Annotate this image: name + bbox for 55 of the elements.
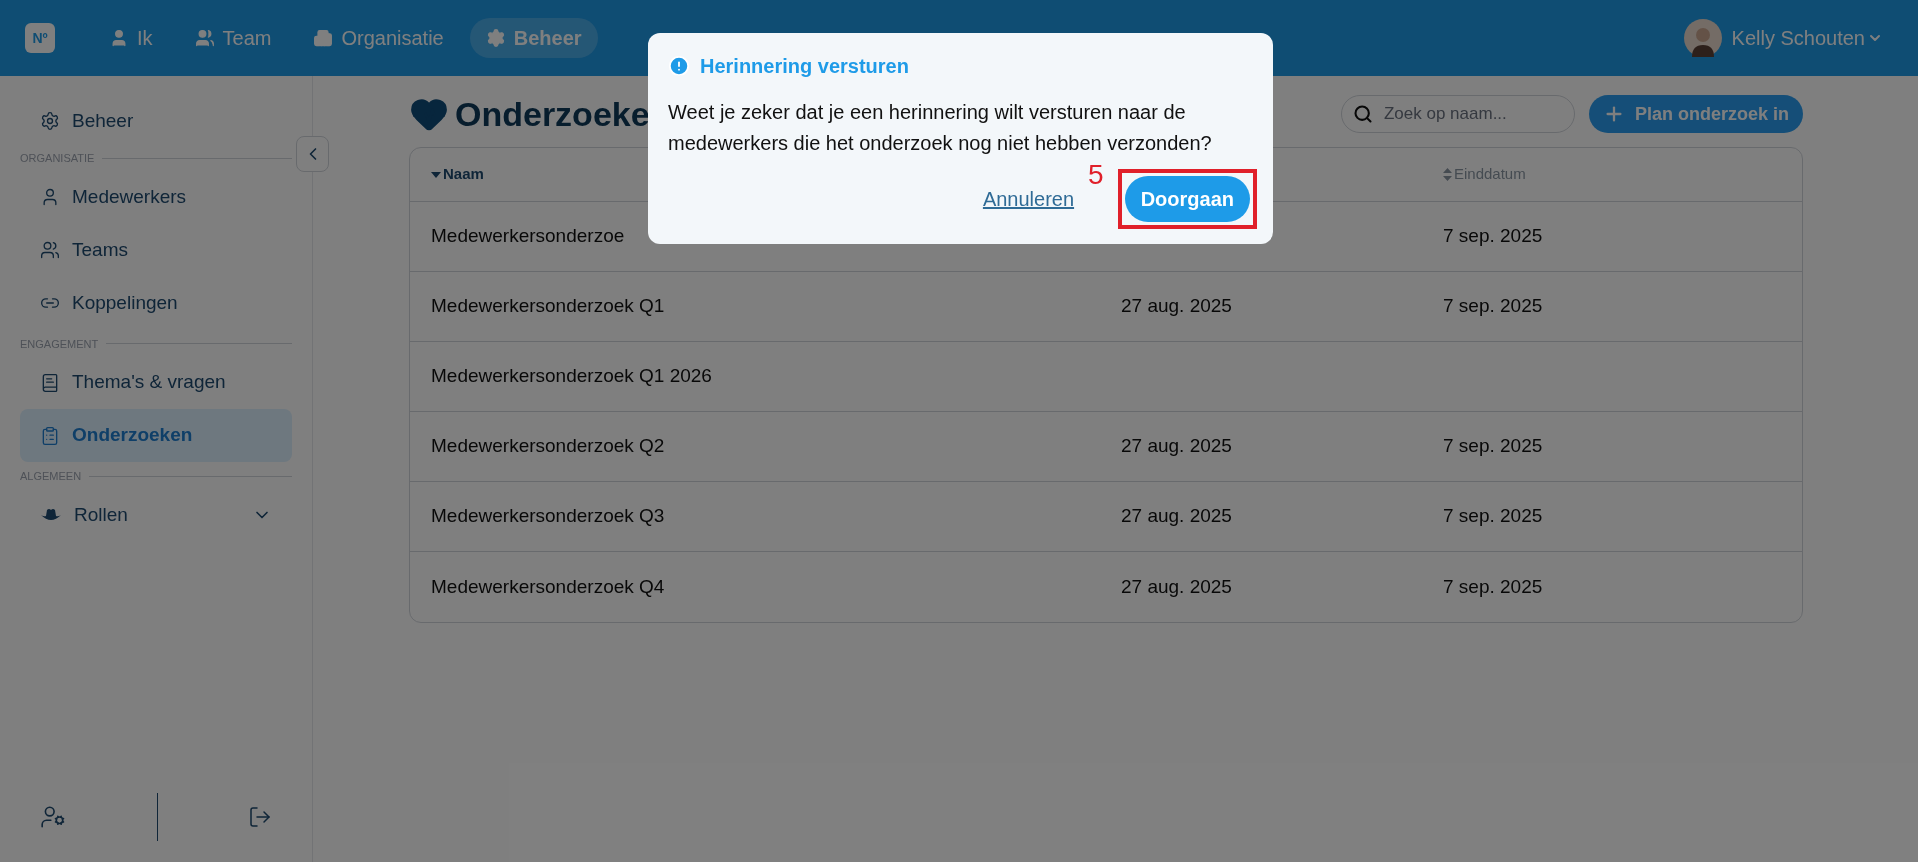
table-row[interactable]: Medewerkersonderzoek Q3 27 aug. 2025 7 sep. 2025 bbox=[410, 482, 1802, 552]
table-cell-text: Medewerkersonderzoek Q1 2026 bbox=[431, 364, 712, 389]
table-cell-text: 27 aug. 2025 bbox=[1121, 294, 1232, 319]
sidebar-item[interactable]: Teams bbox=[20, 223, 292, 277]
alert-icon bbox=[668, 55, 690, 77]
table-cell-text: Medewerkersonderzoek Q2 bbox=[431, 434, 665, 459]
table-cell-text: Medewerkersonderzoek Q4 bbox=[431, 574, 665, 599]
gear-icon bbox=[485, 28, 506, 48]
column-header[interactable]: Naam bbox=[431, 163, 484, 186]
nav-tab[interactable]: Team bbox=[178, 18, 288, 58]
table-cell-text: 27 aug. 2025 bbox=[1121, 504, 1232, 529]
avatar[interactable] bbox=[1683, 19, 1722, 57]
clipboard-icon bbox=[40, 425, 60, 446]
table-cell-text: 27 aug. 2025 bbox=[1121, 574, 1232, 599]
page-title: Onderzoeke bbox=[455, 93, 650, 135]
people-icon bbox=[194, 28, 215, 48]
table-cell-text: 7 sep. 2025 bbox=[1443, 504, 1543, 529]
nav-tab[interactable]: Ik bbox=[93, 18, 169, 58]
book-icon bbox=[40, 372, 60, 393]
table-cell-text: 7 sep. 2025 bbox=[1443, 224, 1543, 249]
table-cell-text: 7 sep. 2025 bbox=[1443, 574, 1543, 599]
logout-icon[interactable] bbox=[248, 805, 272, 829]
confirm-button[interactable]: Doorgaan bbox=[1124, 176, 1250, 222]
sidebar-item[interactable]: Rollen bbox=[20, 488, 292, 542]
search-icon bbox=[1352, 104, 1373, 124]
sidebar-item[interactable]: Beheer bbox=[20, 98, 292, 144]
plan-button[interactable]: Plan onderzoek in bbox=[1588, 95, 1803, 133]
sidebar-item[interactable]: Medewerkers bbox=[20, 170, 292, 224]
table-row[interactable]: Medewerkersonderzoek Q2 27 aug. 2025 7 sep. 2025 bbox=[410, 412, 1802, 482]
people-icon bbox=[40, 240, 60, 260]
gear-icon bbox=[40, 111, 60, 131]
sidebar-item[interactable]: Koppelingen bbox=[20, 276, 292, 330]
sort-icon bbox=[1443, 168, 1452, 181]
sidebar-item[interactable]: Thema's & vragen bbox=[20, 356, 292, 409]
search-field[interactable]: Zoek op naam... bbox=[1340, 95, 1575, 133]
user-settings-icon[interactable] bbox=[40, 804, 66, 830]
sort-down-icon bbox=[431, 171, 441, 178]
sidebar-item[interactable]: Onderzoeken bbox=[20, 409, 292, 462]
dialog-message: Weet je zeker dat je een herinnering wilt versturen naar de medewerkers die het onderzoek nog niet hebben verzonden? bbox=[668, 100, 1213, 156]
table-cell-text: Medewerkersonderzoek Q1 bbox=[431, 294, 665, 319]
table-row[interactable]: Medewerkersonderzoek Q1 2026 bbox=[410, 342, 1802, 412]
table-cell-text: Medewerkersonderzoek Q3 bbox=[431, 504, 665, 529]
column-header[interactable]: Einddatum bbox=[1443, 163, 1526, 186]
table-row[interactable]: Medewerkersonderzoek Q4 27 aug. 2025 7 sep. 2025 bbox=[410, 552, 1802, 622]
table-cell-text: 7 sep. 2025 bbox=[1443, 434, 1543, 459]
dialog-title: Herinnering versturen bbox=[700, 54, 909, 79]
table-cell-text: 27 aug. 2025 bbox=[1121, 434, 1232, 459]
user-menu[interactable]: Kelly Schouten bbox=[1731, 23, 1883, 53]
table-cell-text: 7 sep. 2025 bbox=[1443, 294, 1543, 319]
hat-icon bbox=[40, 507, 62, 523]
table-cell-text: Medewerkersonderzoe bbox=[431, 224, 625, 249]
step-number: 5 bbox=[1088, 161, 1104, 189]
app-logo[interactable]: Nº bbox=[25, 23, 55, 53]
table-row[interactable]: Medewerkersonderzoek Q1 27 aug. 2025 7 sep. 2025 bbox=[410, 272, 1802, 342]
nav-tab[interactable]: Organisatie bbox=[297, 18, 460, 58]
